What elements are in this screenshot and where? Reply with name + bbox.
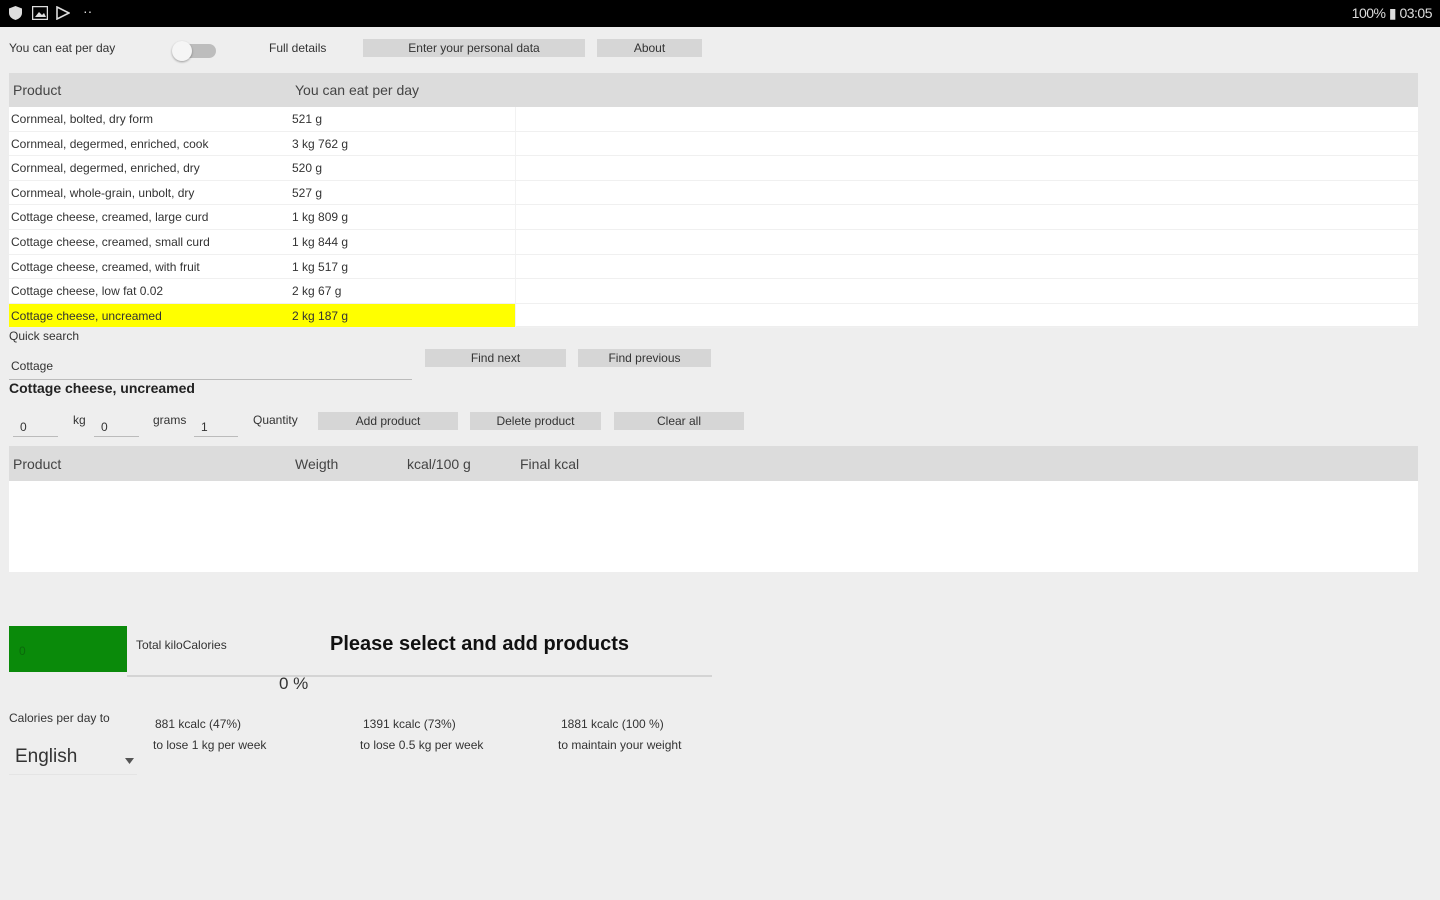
table-row[interactable]: Cornmeal, whole-grain, unbolt, dry 527 g bbox=[9, 180, 1418, 206]
column-divider bbox=[515, 131, 516, 156]
table-row[interactable]: Cottage cheese, creamed, with fruit 1 kg … bbox=[9, 254, 1418, 280]
image-icon bbox=[31, 5, 49, 22]
row-product-name: Cornmeal, degermed, enriched, dry bbox=[11, 161, 200, 176]
calories-per-day-label: Calories per day to bbox=[9, 711, 110, 725]
cart-header-final-kcal: Final kcal bbox=[520, 456, 580, 472]
row-amount: 3 kg 762 g bbox=[292, 136, 349, 151]
total-kcal-value: 0 bbox=[19, 644, 26, 658]
goal-lose-1kg-kcal: 881 kcalc (47%) bbox=[155, 717, 242, 731]
row-amount: 527 g bbox=[292, 185, 323, 200]
status-message: Please select and add products bbox=[330, 633, 629, 655]
progress-bar bbox=[127, 675, 712, 677]
goal-maintain-desc: to maintain your weight bbox=[558, 738, 682, 752]
language-selected: English bbox=[15, 746, 78, 767]
total-kcal-label: Total kiloCalories bbox=[136, 638, 227, 652]
find-next-button[interactable]: Find next bbox=[425, 349, 566, 367]
table-row[interactable]: Cottage cheese, low fat 0.02 2 kg 67 g bbox=[9, 279, 1418, 304]
goal-lose-1kg-desc: to lose 1 kg per week bbox=[153, 738, 267, 752]
clear-all-button[interactable]: Clear all bbox=[614, 412, 744, 430]
header-product: Product bbox=[13, 82, 62, 98]
column-divider bbox=[515, 279, 516, 303]
row-product-name: Cottage cheese, low fat 0.02 bbox=[11, 284, 164, 299]
product-table[interactable]: Product You can eat per day Cornmeal, bo… bbox=[9, 73, 1418, 329]
status-right-text: 100% ▮ 03:05 bbox=[1351, 5, 1433, 21]
more-dots-icon: ·· bbox=[83, 3, 93, 19]
table-row[interactable]: Cornmeal, degermed, enriched, dry 520 g bbox=[9, 156, 1418, 181]
row-product-name: Cottage cheese, uncreamed bbox=[11, 308, 162, 323]
full-details-label: Full details bbox=[269, 41, 327, 55]
search-input-value: Cottage bbox=[11, 359, 54, 373]
row-amount: 2 kg 67 g bbox=[292, 284, 342, 299]
row-product-name: Cornmeal, whole-grain, unbolt, dry bbox=[11, 185, 195, 200]
row-product-name: Cottage cheese, creamed, with fruit bbox=[11, 259, 200, 274]
add-product-button[interactable]: Add product bbox=[318, 412, 458, 430]
table-row[interactable]: Cottage cheese, creamed, small curd 1 kg … bbox=[9, 229, 1418, 255]
grams-input[interactable]: 0 bbox=[94, 414, 139, 437]
cart-header-kcal-per-100g: kcal/100 g bbox=[407, 456, 471, 472]
about-button[interactable]: About bbox=[597, 39, 702, 57]
toggle-thumb bbox=[172, 41, 192, 61]
cart-table[interactable]: Product Weigth kcal/100 g Final kcal bbox=[9, 446, 1418, 572]
row-product-name: Cornmeal, degermed, enriched, cook bbox=[11, 136, 209, 151]
row-product-name: Cornmeal, bolted, dry form bbox=[11, 112, 154, 126]
table-row[interactable]: Cottage cheese, uncreamed 2 kg 187 g bbox=[9, 303, 1418, 329]
full-details-toggle[interactable] bbox=[170, 40, 220, 62]
goal-lose-half-kg-kcal: 1391 kcalc (73%) bbox=[363, 717, 456, 731]
play-store-icon bbox=[56, 5, 71, 22]
column-divider bbox=[515, 205, 516, 229]
progress-percent: 0 % bbox=[279, 674, 309, 693]
quantity-input-value: 1 bbox=[201, 420, 208, 434]
column-divider bbox=[515, 107, 516, 131]
column-divider bbox=[515, 229, 516, 254]
selected-product-title: Cottage cheese, uncreamed bbox=[9, 380, 195, 396]
quantity-label: Quantity bbox=[253, 413, 298, 427]
row-amount: 520 g bbox=[292, 161, 323, 176]
find-previous-button[interactable]: Find previous bbox=[578, 349, 711, 367]
grams-label: grams bbox=[153, 413, 187, 427]
delete-product-button[interactable]: Delete product bbox=[470, 412, 601, 430]
column-divider bbox=[515, 156, 516, 180]
shield-icon bbox=[9, 6, 22, 22]
goal-maintain-kcal: 1881 kcalc (100 %) bbox=[561, 717, 664, 731]
quick-search-label: Quick search bbox=[9, 329, 80, 343]
search-input[interactable]: Cottage bbox=[9, 355, 412, 380]
column-divider bbox=[515, 254, 516, 279]
status-bar: ·· 100% ▮ 03:05 bbox=[0, 0, 1440, 27]
row-product-name: Cottage cheese, creamed, small curd bbox=[11, 234, 210, 249]
chevron-down-icon bbox=[125, 751, 134, 769]
column-divider bbox=[515, 180, 516, 205]
row-amount: 521 g bbox=[292, 112, 323, 126]
total-kcal-box: 0 bbox=[9, 626, 127, 672]
per-day-label: You can eat per day bbox=[9, 41, 116, 55]
product-rows: Cornmeal, bolted, dry form 521 g Cornmeal,… bbox=[9, 107, 1418, 329]
product-table-header: Product You can eat per day bbox=[9, 73, 1418, 107]
goal-lose-half-kg-desc: to lose 0.5 kg per week bbox=[360, 738, 484, 752]
column-divider bbox=[515, 303, 516, 328]
language-select[interactable]: English bbox=[9, 738, 137, 775]
table-row[interactable]: Cornmeal, degermed, enriched, cook 3 kg 7… bbox=[9, 131, 1418, 157]
cart-table-header: Product Weigth kcal/100 g Final kcal bbox=[9, 446, 1418, 481]
personal-data-button[interactable]: Enter your personal data bbox=[363, 39, 585, 57]
row-product-name: Cottage cheese, creamed, large curd bbox=[11, 210, 209, 225]
kg-label: kg bbox=[73, 413, 86, 427]
quantity-input[interactable]: 1 bbox=[194, 414, 238, 437]
grams-input-value: 0 bbox=[101, 420, 108, 434]
row-amount: 1 kg 809 g bbox=[292, 210, 349, 225]
row-amount: 2 kg 187 g bbox=[292, 308, 349, 323]
row-amount: 1 kg 844 g bbox=[292, 234, 349, 249]
kg-input-value: 0 bbox=[20, 420, 27, 434]
table-row[interactable]: Cornmeal, bolted, dry form 521 g bbox=[9, 107, 1418, 132]
header-per-day: You can eat per day bbox=[295, 82, 420, 98]
cart-header-weight: Weigth bbox=[295, 456, 339, 472]
table-row[interactable]: Cottage cheese, creamed, large curd 1 kg … bbox=[9, 205, 1418, 230]
kg-input[interactable]: 0 bbox=[13, 414, 58, 437]
cart-header-product: Product bbox=[13, 456, 62, 472]
row-amount: 1 kg 517 g bbox=[292, 259, 349, 274]
